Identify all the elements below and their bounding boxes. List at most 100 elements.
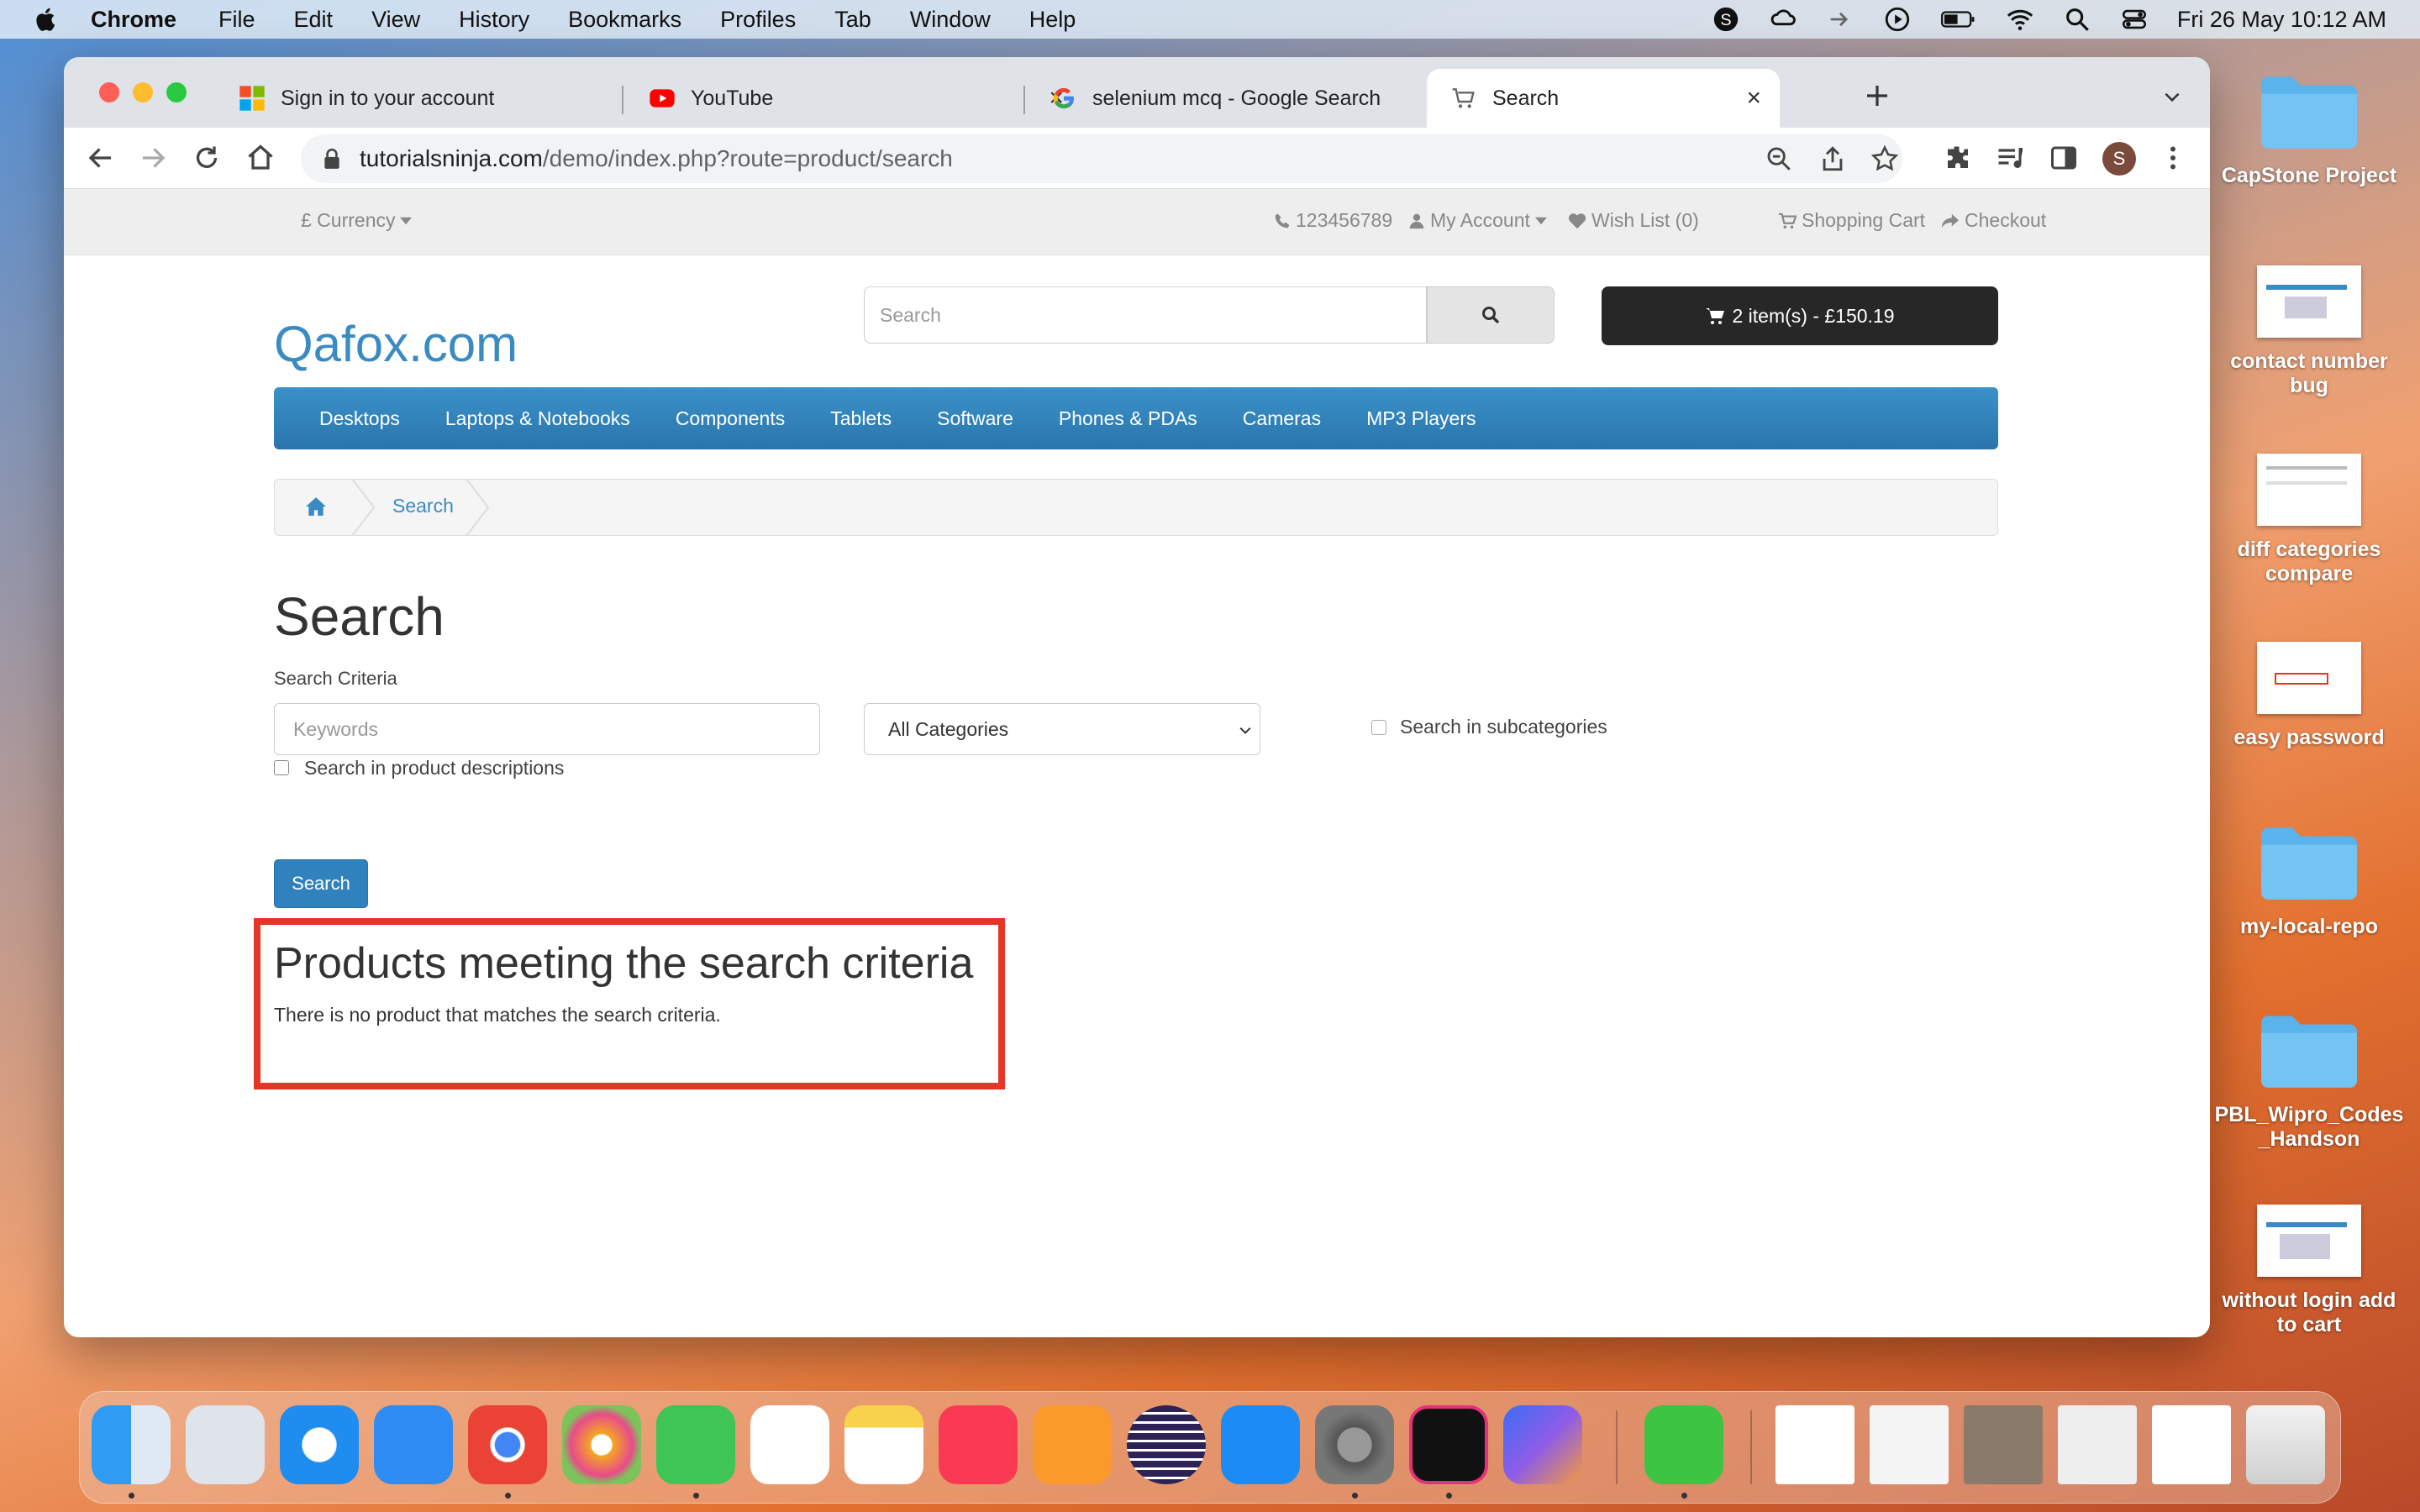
menu-tablets[interactable]: Tablets (830, 407, 892, 430)
recent-screenshot-icon[interactable] (1776, 1405, 1854, 1484)
header-search-input[interactable]: Search (864, 286, 1427, 344)
eclipse-icon[interactable] (1127, 1405, 1206, 1484)
back-arrow-icon[interactable] (86, 143, 116, 173)
currency-dropdown[interactable]: £ Currency (301, 209, 413, 232)
photos-icon[interactable] (562, 1405, 641, 1484)
descriptions-checkbox[interactable] (274, 760, 289, 775)
menu-clock[interactable]: Fri 26 May 10:12 AM (2177, 7, 2386, 33)
phone-number[interactable]: 123456789 (1274, 209, 1392, 232)
app-store-icon[interactable] (1221, 1405, 1300, 1484)
cart-total-button[interactable]: 2 item(s) - £150.19 (1602, 286, 1998, 345)
facetime-icon[interactable] (656, 1405, 735, 1484)
menu-cameras[interactable]: Cameras (1243, 407, 1321, 430)
tab-close-icon[interactable]: × (1746, 84, 1761, 113)
creative-cloud-icon[interactable] (1769, 5, 1797, 34)
recent-screenshot-icon[interactable] (1870, 1405, 1949, 1484)
lock-icon[interactable] (323, 148, 341, 170)
side-panel-icon[interactable] (2049, 143, 2079, 173)
forward-arrow-icon[interactable] (138, 143, 168, 173)
menu-file[interactable]: File (218, 7, 255, 33)
wifi-icon[interactable] (2006, 5, 2034, 34)
battery-icon[interactable] (1940, 5, 1977, 34)
desktop-folder-my-local-repo[interactable]: my-local-repo (2212, 820, 2407, 939)
menu-mp3-players[interactable]: MP3 Players (1366, 407, 1476, 430)
desktop-item-label: my-local-repo (2240, 915, 2378, 938)
recent-screenshot-icon[interactable] (2152, 1405, 2231, 1484)
reload-icon[interactable] (192, 143, 222, 173)
header-search-button[interactable] (1427, 286, 1555, 344)
menu-tab[interactable]: Tab (834, 7, 871, 33)
sync-arrow-icon[interactable] (1826, 5, 1854, 34)
zoom-magnifier-icon[interactable] (1765, 144, 1793, 173)
tab-youtube[interactable]: YouTube × (625, 69, 1082, 128)
trash-icon[interactable] (2246, 1405, 2325, 1484)
menu-laptops-notebooks[interactable]: Laptops & Notebooks (445, 407, 630, 430)
my-account-dropdown[interactable]: My Account (1408, 209, 1547, 232)
intellij-icon[interactable] (1409, 1405, 1488, 1484)
home-icon[interactable] (245, 143, 276, 173)
recent-screenshot-icon[interactable] (2058, 1405, 2137, 1484)
desktop-folder-capstone[interactable]: CapStone Project (2212, 69, 2407, 188)
desktop-file-diff-categories[interactable]: diff categories compare (2212, 454, 2407, 586)
music-icon[interactable] (939, 1405, 1018, 1484)
category-select[interactable]: All Categories (864, 703, 1260, 755)
profile-avatar[interactable]: S (2102, 142, 2136, 176)
chrome-icon[interactable] (468, 1405, 547, 1484)
notes-icon[interactable] (844, 1405, 923, 1484)
zoom-window-button[interactable] (166, 82, 187, 102)
address-bar[interactable]: tutorialsninja.com/demo/index.php?route=… (301, 134, 1902, 183)
menu-profiles[interactable]: Profiles (720, 7, 796, 33)
menu-desktops[interactable]: Desktops (319, 407, 400, 430)
menu-edit[interactable]: Edit (294, 7, 334, 33)
checkout-link[interactable]: Checkout (1941, 209, 2046, 232)
desktop-folder-pbl-wipro[interactable]: PBL_Wipro_Codes _Handson (2212, 1008, 2407, 1152)
system-settings-icon[interactable] (1315, 1405, 1394, 1484)
reminders-icon[interactable] (750, 1405, 829, 1484)
apple-logo-icon[interactable] (32, 5, 60, 34)
subcategories-checkbox[interactable] (1371, 720, 1386, 735)
keywords-input[interactable]: Keywords (274, 703, 820, 755)
spotlight-search-icon[interactable] (2063, 5, 2091, 34)
chrome-menu-icon[interactable] (2158, 143, 2188, 173)
search-submit-button[interactable]: Search (274, 859, 368, 908)
share-icon[interactable] (1818, 144, 1847, 173)
home-icon[interactable] (305, 496, 327, 517)
desktop-file-contact-number-bug[interactable]: contact number bug (2212, 265, 2407, 398)
launchpad-icon[interactable] (186, 1405, 265, 1484)
finder-icon[interactable] (92, 1405, 171, 1484)
new-tab-plus-icon[interactable] (1864, 82, 1891, 109)
tab-search-active[interactable]: Search × (1427, 69, 1780, 128)
numbers-icon[interactable] (1644, 1405, 1723, 1484)
menu-window[interactable]: Window (910, 7, 991, 33)
skype-status-icon[interactable]: S (1712, 5, 1740, 34)
close-window-button[interactable] (99, 82, 119, 102)
mail-icon[interactable] (374, 1405, 453, 1484)
menu-bookmarks[interactable]: Bookmarks (568, 7, 681, 33)
menu-components[interactable]: Components (676, 407, 785, 430)
wish-list-link[interactable]: Wish List (0) (1568, 209, 1699, 232)
desktop-file-without-login[interactable]: without login add to cart (2212, 1205, 2407, 1337)
menu-history[interactable]: History (459, 7, 529, 33)
menu-view[interactable]: View (371, 7, 420, 33)
minimize-window-button[interactable] (133, 82, 153, 102)
copilot-icon[interactable] (1503, 1405, 1582, 1484)
control-center-icon[interactable] (2120, 5, 2149, 34)
menu-phones-pdas[interactable]: Phones & PDAs (1059, 407, 1197, 430)
store-logo[interactable]: Qafox.com (274, 315, 518, 373)
menu-help[interactable]: Help (1029, 7, 1076, 33)
desktop-file-easy-password[interactable]: easy password (2212, 642, 2407, 750)
bookmark-star-icon[interactable] (1870, 144, 1899, 173)
tab-google-search[interactable]: selenium mcq - Google Search × (1027, 69, 1474, 128)
breadcrumb-search-link[interactable]: Search (392, 495, 454, 517)
shopping-cart-link[interactable]: Shopping Cart (1778, 209, 1925, 232)
tab-search-chevron-icon[interactable] (2161, 86, 2183, 108)
play-circle-icon[interactable] (1883, 5, 1912, 34)
pages-icon[interactable] (1033, 1405, 1112, 1484)
safari-icon[interactable] (280, 1405, 359, 1484)
tab-sign-in[interactable]: Sign in to your account × (215, 69, 686, 128)
media-queue-icon[interactable] (1995, 143, 2025, 173)
extensions-puzzle-icon[interactable] (1943, 143, 1973, 173)
recent-photo-icon[interactable] (1964, 1405, 2043, 1484)
menu-software[interactable]: Software (937, 407, 1013, 430)
menu-app-name[interactable]: Chrome (91, 7, 176, 33)
